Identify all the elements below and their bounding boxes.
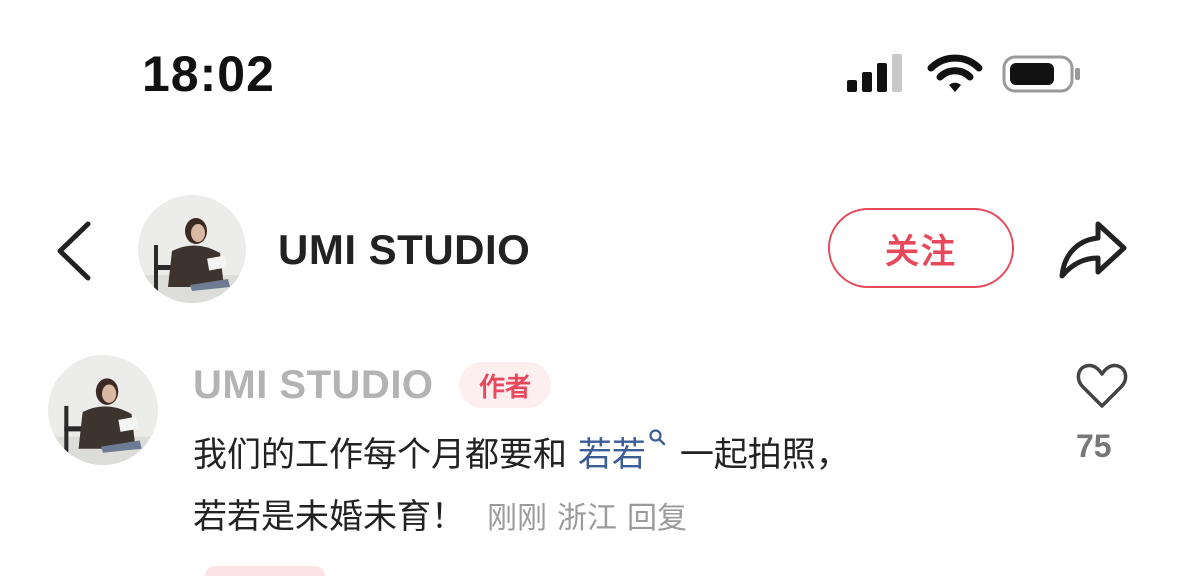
share-icon[interactable] bbox=[1056, 214, 1130, 284]
comment-line-1: 我们的工作每个月都要和 若若 一起拍照， bbox=[193, 424, 1033, 486]
cellular-signal-icon bbox=[847, 54, 902, 92]
comment-time: 刚刚 bbox=[487, 501, 547, 536]
avatar-photo bbox=[138, 195, 246, 303]
like-count: 75 bbox=[1076, 428, 1112, 464]
comment-author-avatar[interactable] bbox=[48, 355, 158, 465]
reply-button[interactable]: 回复 bbox=[627, 501, 687, 536]
back-arrow-icon[interactable] bbox=[50, 220, 96, 282]
next-item-peek bbox=[205, 566, 325, 576]
search-icon[interactable] bbox=[648, 428, 666, 446]
comment-text-part: 我们的工作每个月都要和 bbox=[193, 435, 567, 475]
follow-button[interactable]: 关注 bbox=[828, 208, 1014, 288]
comment-text-part: 若若是未婚未育！ bbox=[193, 497, 465, 537]
battery-icon bbox=[1002, 55, 1080, 93]
comment-body: 我们的工作每个月都要和 若若 一起拍照， 若若是未婚未育！ 刚刚 浙江 回复 bbox=[193, 424, 1033, 550]
status-time: 18:02 bbox=[142, 46, 275, 102]
wifi-icon bbox=[927, 54, 983, 92]
avatar-photo bbox=[48, 355, 158, 465]
author-badge: 作者 bbox=[459, 362, 551, 408]
comment-line-2: 若若是未婚未育！ 刚刚 浙江 回复 bbox=[193, 486, 1033, 550]
comment-text-part: 一起拍照， bbox=[679, 435, 850, 475]
heart-icon[interactable] bbox=[1075, 362, 1129, 410]
comment-meta: 刚刚 浙江 回复 bbox=[487, 501, 697, 536]
mention-link[interactable]: 若若 bbox=[578, 435, 646, 475]
account-avatar[interactable] bbox=[138, 195, 246, 303]
account-name: UMI STUDIO bbox=[278, 226, 531, 273]
screen: 18:02 UMI STUDIO 关注 UMI STUDIO 作者 我们的工作每… bbox=[0, 0, 1180, 576]
comment-location: 浙江 bbox=[557, 501, 617, 536]
comment-author-name[interactable]: UMI STUDIO bbox=[193, 360, 434, 410]
